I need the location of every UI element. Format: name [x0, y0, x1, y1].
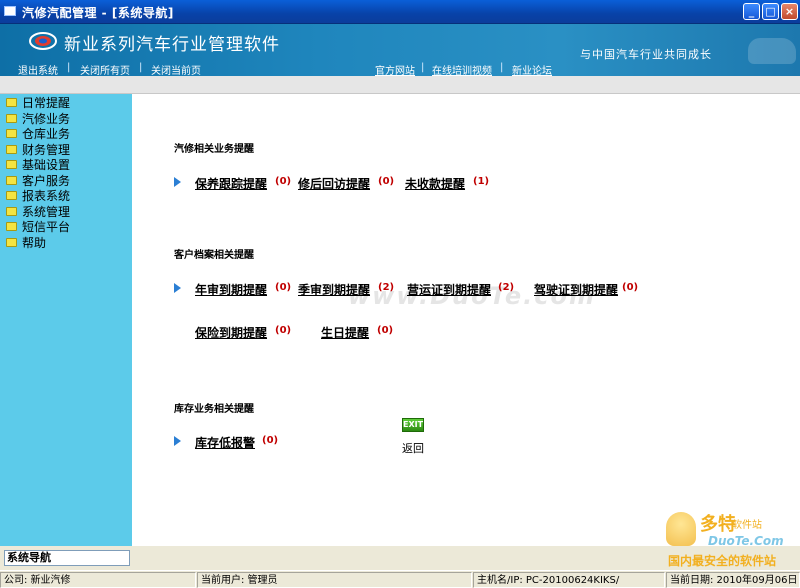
sidebar-item-label: 基础设置: [22, 158, 71, 172]
maintenance-tracking-link[interactable]: 保养跟踪提醒: [195, 175, 267, 192]
section-title-stock: 库存业务相关提醒: [174, 404, 254, 415]
brand-title: 新业系列汽车行业管理软件: [64, 35, 280, 55]
count-badge: (2): [498, 282, 515, 293]
folder-icon: [6, 129, 17, 138]
nav-separator: |: [421, 62, 425, 73]
folder-icon: [6, 238, 17, 247]
slogan-text: 与中国汽车行业共同成长: [580, 48, 712, 61]
exit-system-link[interactable]: 退出系统: [18, 62, 58, 77]
folder-icon: [6, 145, 17, 154]
sidebar-item-help[interactable]: 帮助: [6, 234, 47, 250]
driving-license-link[interactable]: 驾驶证到期提醒: [534, 281, 618, 298]
count-badge: (0): [262, 435, 279, 446]
site-badge: 多特 软件站 DuoTe.Com 国内最安全的软件站: [664, 510, 798, 568]
banner-nav: 退出系统 | 关闭所有页 | 关闭当前页 官方网站 | 在线培训视频 | 新业论…: [0, 62, 800, 77]
unpaid-reminder-link[interactable]: 未收款提醒: [405, 175, 465, 192]
main-panel: www.DuoTe.com 汽修相关业务提醒 保养跟踪提醒 (0) 修后回访提醒…: [132, 94, 800, 546]
window-title: 汽修汽配管理 - [系统导航]: [22, 6, 174, 20]
status-user: 当前用户: 管理员: [197, 572, 472, 588]
sidebar-item-label: 日常提醒: [22, 96, 71, 110]
arrow-icon: [174, 436, 181, 446]
folder-icon: [6, 98, 17, 107]
system-nav-box[interactable]: 系统导航: [4, 550, 130, 566]
sidebar-item-label: 汽修业务: [22, 112, 71, 126]
sidebar-item-customer-service[interactable]: 客户服务: [6, 172, 71, 188]
folder-icon: [6, 191, 17, 200]
sidebar: 日常提醒 汽修业务 仓库业务 财务管理 基础设置 客户服务 报表系统 系统管理 …: [0, 94, 132, 546]
operating-permit-link[interactable]: 营运证到期提醒: [407, 281, 491, 298]
sidebar-item-label: 帮助: [22, 236, 47, 250]
post-repair-visit-link[interactable]: 修后回访提醒: [298, 175, 370, 192]
sidebar-item-label: 系统管理: [22, 205, 71, 219]
maximize-button[interactable]: □: [762, 3, 779, 20]
status-host: 主机名/IP: PC-20100624KIKS/: [473, 572, 665, 588]
count-badge: (0): [275, 282, 292, 293]
arrow-icon: [174, 177, 181, 187]
status-date: 当前日期: 2010年09月06日: [666, 572, 800, 588]
mascot-icon: [666, 512, 696, 546]
count-badge: (0): [377, 325, 394, 336]
count-badge: (0): [275, 176, 292, 187]
close-current-page-link[interactable]: 关闭当前页: [151, 62, 201, 77]
close-all-pages-link[interactable]: 关闭所有页: [80, 62, 130, 77]
count-badge: (2): [378, 282, 395, 293]
badge-tagline: 国内最安全的软件站: [668, 554, 777, 568]
insurance-expiry-link[interactable]: 保险到期提醒: [195, 324, 267, 341]
header-banner: 新业系列汽车行业管理软件 与中国汽车行业共同成长 退出系统 | 关闭所有页 | …: [0, 24, 800, 77]
sidebar-item-label: 客户服务: [22, 174, 71, 188]
badge-url: DuoTe.Com: [708, 534, 784, 548]
section-title-customer: 客户档案相关提醒: [174, 250, 254, 261]
official-site-link[interactable]: 官方网站: [375, 62, 415, 77]
quarterly-inspection-link[interactable]: 季审到期提醒: [298, 281, 370, 298]
status-bar: 公司: 新业汽修 当前用户: 管理员 主机名/IP: PC-20100624KI…: [0, 570, 800, 588]
sidebar-item-label: 仓库业务: [22, 127, 71, 141]
folder-icon: [6, 160, 17, 169]
sidebar-item-label: 短信平台: [22, 220, 71, 234]
count-badge: (0): [378, 176, 395, 187]
badge-brand: 多特: [700, 514, 736, 535]
sidebar-item-sms-platform[interactable]: 短信平台: [6, 218, 71, 234]
car-silhouette-icon: [748, 38, 796, 64]
exit-button[interactable]: EXIT: [402, 418, 424, 432]
sidebar-item-warehouse-business[interactable]: 仓库业务: [6, 125, 71, 141]
sidebar-item-finance[interactable]: 财务管理: [6, 141, 71, 157]
count-badge: (0): [275, 325, 292, 336]
online-training-video-link[interactable]: 在线培训视频: [432, 62, 492, 77]
title-bar: 汽修汽配管理 - [系统导航] _ □ ×: [0, 0, 800, 24]
folder-icon: [6, 114, 17, 123]
folder-icon: [6, 207, 17, 216]
nav-separator: |: [500, 62, 504, 73]
annual-inspection-link[interactable]: 年审到期提醒: [195, 281, 267, 298]
sidebar-item-daily-reminders[interactable]: 日常提醒: [6, 94, 71, 110]
sidebar-item-label: 报表系统: [22, 189, 71, 203]
sidebar-item-repair-business[interactable]: 汽修业务: [6, 110, 71, 126]
folder-icon: [6, 222, 17, 231]
sidebar-item-system-admin[interactable]: 系统管理: [6, 203, 71, 219]
low-stock-alarm-link[interactable]: 库存低报警: [195, 434, 255, 451]
status-company: 公司: 新业汽修: [0, 572, 196, 588]
close-button[interactable]: ×: [781, 3, 798, 20]
badge-sub: 软件站: [732, 520, 762, 531]
folder-icon: [6, 176, 17, 185]
back-label[interactable]: 返回: [402, 440, 424, 456]
forum-link[interactable]: 新业论坛: [512, 62, 552, 77]
nav-separator: |: [139, 62, 143, 73]
section-title-repair: 汽修相关业务提醒: [174, 144, 254, 155]
company-logo-icon: [29, 32, 57, 50]
nav-separator: |: [67, 62, 71, 73]
sidebar-item-basic-settings[interactable]: 基础设置: [6, 156, 71, 172]
toolbar-strip: [0, 76, 800, 94]
sidebar-item-reports[interactable]: 报表系统: [6, 187, 71, 203]
app-window-icon: [4, 6, 16, 16]
arrow-icon: [174, 283, 181, 293]
count-badge: (1): [473, 176, 490, 187]
count-badge: (0): [622, 282, 639, 293]
birthday-reminder-link[interactable]: 生日提醒: [321, 324, 369, 341]
minimize-button[interactable]: _: [743, 3, 760, 20]
sidebar-item-label: 财务管理: [22, 143, 71, 157]
